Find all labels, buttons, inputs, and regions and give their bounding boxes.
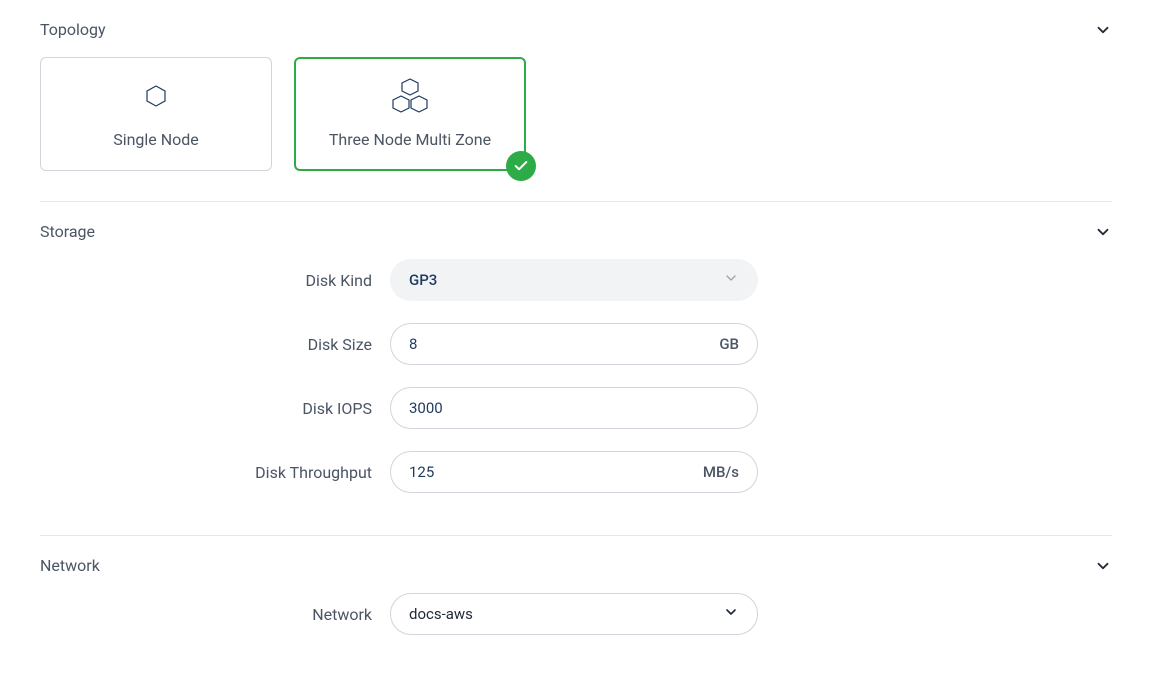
network-value: docs-aws — [409, 605, 723, 623]
disk-iops-input[interactable] — [390, 387, 758, 429]
network-select[interactable]: docs-aws — [390, 593, 758, 635]
topology-options: Single Node Three Node Multi Zone — [40, 57, 1112, 171]
disk-kind-row: Disk Kind GP3 — [40, 259, 1112, 301]
disk-size-field[interactable] — [409, 335, 719, 353]
disk-kind-select[interactable]: GP3 — [390, 259, 758, 301]
topology-option-label: Three Node Multi Zone — [329, 130, 491, 149]
topology-option-single-node[interactable]: Single Node — [40, 57, 272, 171]
disk-iops-label: Disk IOPS — [40, 399, 390, 418]
chevron-down-icon — [723, 270, 739, 290]
network-header[interactable]: Network — [40, 556, 1112, 575]
chevron-down-icon — [723, 604, 739, 624]
topology-title: Topology — [40, 20, 106, 39]
disk-throughput-input[interactable]: MB/s — [390, 451, 758, 493]
disk-throughput-field[interactable] — [409, 463, 703, 481]
check-badge-icon — [506, 151, 536, 181]
disk-kind-value: GP3 — [409, 271, 723, 289]
storage-title: Storage — [40, 222, 95, 241]
disk-throughput-unit: MB/s — [703, 463, 739, 481]
topology-section: Topology Single Node Three Node Multi Zo… — [40, 20, 1112, 201]
storage-section: Storage Disk Kind GP3 Disk Size GB Disk … — [40, 201, 1112, 535]
disk-size-row: Disk Size GB — [40, 323, 1112, 365]
chevron-down-icon — [1094, 223, 1112, 241]
single-hex-icon — [146, 80, 166, 112]
network-title: Network — [40, 556, 100, 575]
three-hex-icon — [390, 80, 430, 112]
disk-size-unit: GB — [719, 335, 739, 353]
chevron-down-icon — [1094, 557, 1112, 575]
chevron-down-icon — [1094, 21, 1112, 39]
disk-kind-label: Disk Kind — [40, 271, 390, 290]
disk-throughput-label: Disk Throughput — [40, 463, 390, 482]
disk-size-input[interactable]: GB — [390, 323, 758, 365]
disk-iops-row: Disk IOPS — [40, 387, 1112, 429]
disk-iops-field[interactable] — [409, 399, 739, 417]
topology-option-three-node[interactable]: Three Node Multi Zone — [294, 57, 526, 171]
network-section: Network Network docs-aws — [40, 535, 1112, 677]
topology-header[interactable]: Topology — [40, 20, 1112, 39]
topology-option-label: Single Node — [113, 130, 199, 149]
network-label: Network — [40, 605, 390, 624]
network-row: Network docs-aws — [40, 593, 1112, 635]
storage-header[interactable]: Storage — [40, 222, 1112, 241]
disk-throughput-row: Disk Throughput MB/s — [40, 451, 1112, 493]
disk-size-label: Disk Size — [40, 335, 390, 354]
